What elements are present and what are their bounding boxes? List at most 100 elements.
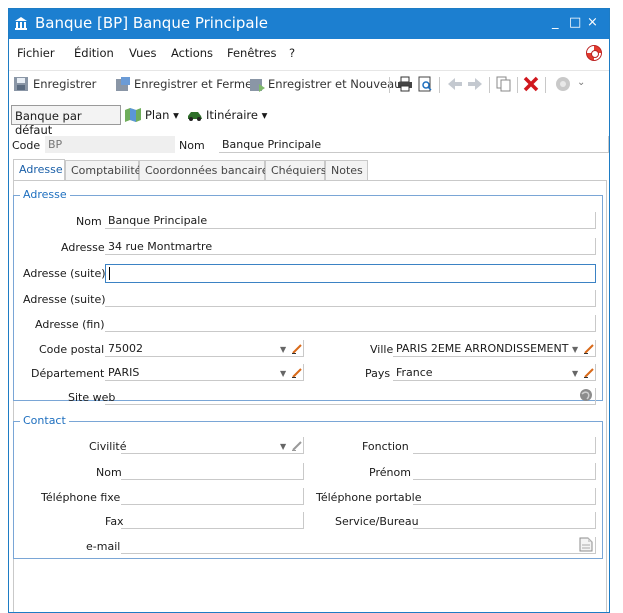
minimize-button[interactable]: _ — [552, 15, 559, 30]
function-label: Fonction — [362, 440, 409, 453]
address-group-title: Adresse — [20, 188, 70, 201]
address-suite2-field[interactable] — [105, 290, 596, 307]
country-field[interactable]: France — [393, 364, 596, 381]
save-button[interactable]: Enregistrer — [33, 77, 96, 91]
menu-vues[interactable]: Vues — [129, 46, 156, 60]
disabled-option-icon[interactable] — [555, 76, 571, 92]
country-label: Pays — [365, 367, 391, 380]
toolbar-separator — [439, 77, 440, 93]
tab-chequiers[interactable]: Chéquiers — [265, 160, 326, 181]
email-label: e-mail — [86, 540, 121, 553]
delete-icon[interactable] — [523, 76, 539, 92]
default-bank-button[interactable]: Banque par défaut — [11, 105, 121, 137]
email-document-icon[interactable] — [579, 537, 593, 552]
menu-bar: Fichier Édition Vues Actions Fenêtres ? — [9, 42, 609, 64]
code-label: Code — [12, 139, 41, 152]
address-suite1-label: Adresse (suite) — [23, 267, 106, 280]
save-icon — [14, 77, 28, 91]
toolbar-separator — [545, 77, 546, 93]
tab-coordonnees-bancaires[interactable]: Coordonnées bancaires — [139, 160, 274, 181]
itinerary-dropdown[interactable]: Itinéraire ▾ — [206, 108, 267, 122]
duplicate-icon[interactable] — [496, 76, 512, 92]
department-dropdown-icon[interactable]: ▼ — [280, 369, 286, 378]
menu-edition[interactable]: Édition — [74, 46, 114, 60]
print-icon[interactable] — [397, 76, 413, 92]
toolbar-overflow-chevron-icon[interactable]: ⌄ — [577, 77, 585, 88]
plan-label: Plan — [145, 108, 170, 122]
postal-code-dropdown-icon[interactable]: ▼ — [280, 345, 286, 354]
function-field[interactable] — [413, 437, 596, 454]
address-street-field[interactable]: 34 rue Montmartre — [105, 238, 596, 255]
address-adresse-label: Adresse — [61, 241, 105, 254]
save-close-button[interactable]: Enregistrer et Fermer — [134, 77, 257, 91]
address-fin-label: Adresse (fin) — [35, 318, 105, 331]
globe-icon[interactable] — [579, 388, 594, 403]
tab-notes[interactable]: Notes — [325, 160, 368, 181]
city-dropdown-icon[interactable]: ▼ — [572, 345, 578, 354]
help-lifebuoy-icon[interactable] — [586, 45, 602, 61]
text-caret — [109, 267, 110, 280]
address-suite1-field[interactable] — [105, 264, 596, 283]
postal-code-field[interactable]: 75002 — [105, 340, 304, 357]
city-edit-icon[interactable] — [584, 344, 594, 354]
previous-icon[interactable] — [447, 76, 463, 92]
menu-actions[interactable]: Actions — [171, 46, 213, 60]
mobile-field[interactable] — [413, 488, 596, 505]
address-fin-field[interactable] — [105, 315, 596, 332]
next-icon[interactable] — [467, 76, 483, 92]
contact-nom-field[interactable] — [121, 463, 304, 480]
code-field[interactable]: BP — [45, 136, 175, 153]
department-office-field[interactable] — [413, 512, 596, 529]
toolbar-separator — [389, 77, 390, 93]
plan-dropdown[interactable]: Plan ▾ — [145, 108, 179, 122]
maximize-button[interactable]: □ — [569, 15, 581, 30]
first-name-label: Prénom — [369, 466, 411, 479]
department-edit-icon[interactable] — [292, 368, 302, 378]
city-field[interactable]: PARIS 2EME ARRONDISSEMENT — [393, 340, 596, 357]
phone-label: Téléphone fixe — [41, 491, 121, 504]
country-dropdown-icon[interactable]: ▼ — [572, 369, 578, 378]
car-icon — [188, 112, 202, 121]
first-name-field[interactable] — [413, 463, 596, 480]
contact-nom-label: Nom — [96, 466, 122, 479]
toolbar: Enregistrer Enregistrer et Fermer Enregi… — [9, 70, 609, 96]
toolbar-separator — [489, 77, 490, 93]
department-office-label: Service/Bureau — [335, 515, 419, 528]
postal-code-edit-icon[interactable] — [292, 344, 302, 354]
default-bank-label: Banque par défaut — [15, 109, 82, 137]
phone-field[interactable] — [121, 488, 304, 505]
bank-window: Banque [BP] Banque Principale _ □ × Fich… — [8, 8, 610, 613]
close-window-button[interactable]: × — [587, 15, 598, 30]
menu-fenetres[interactable]: Fenêtres — [227, 46, 276, 60]
department-field[interactable]: PARIS — [105, 364, 304, 381]
toolbar-separator — [517, 77, 518, 93]
menu-fichier[interactable]: Fichier — [17, 46, 55, 60]
email-field[interactable] — [121, 537, 596, 554]
save-new-icon — [250, 79, 265, 92]
address-nom-field[interactable]: Banque Principale — [105, 212, 596, 229]
address-nom-label: Nom — [76, 215, 102, 228]
country-edit-icon[interactable] — [584, 368, 594, 378]
website-field[interactable] — [105, 388, 596, 405]
title-bar[interactable]: Banque [BP] Banque Principale _ □ × — [9, 9, 609, 39]
department-label: Département — [31, 367, 105, 380]
menu-help[interactable]: ? — [289, 46, 295, 60]
tab-comptabilite[interactable]: Comptabilité — [65, 160, 141, 181]
mobile-label: Téléphone portable — [316, 491, 422, 504]
header-name-label: Nom — [179, 139, 205, 152]
contact-group-title: Contact — [20, 414, 69, 427]
tab-adresse[interactable]: Adresse — [13, 159, 65, 181]
civility-dropdown-icon[interactable]: ▼ — [280, 442, 286, 451]
save-close-icon — [116, 77, 130, 91]
address-suite2-label: Adresse (suite) — [23, 293, 106, 306]
bank-icon — [15, 17, 27, 30]
civility-edit-icon[interactable] — [292, 441, 302, 451]
header-name-field[interactable]: Banque Principale — [219, 136, 609, 153]
fax-field[interactable] — [121, 512, 304, 529]
save-new-button[interactable]: Enregistrer et Nouveau — [268, 77, 401, 91]
sub-toolbar: Banque par défaut Plan ▾ Itinéraire ▾ — [9, 105, 609, 137]
city-label: Ville — [370, 343, 394, 356]
print-preview-icon[interactable] — [417, 76, 433, 92]
civility-field[interactable] — [121, 437, 304, 454]
window-title: Banque [BP] Banque Principale — [35, 14, 268, 32]
